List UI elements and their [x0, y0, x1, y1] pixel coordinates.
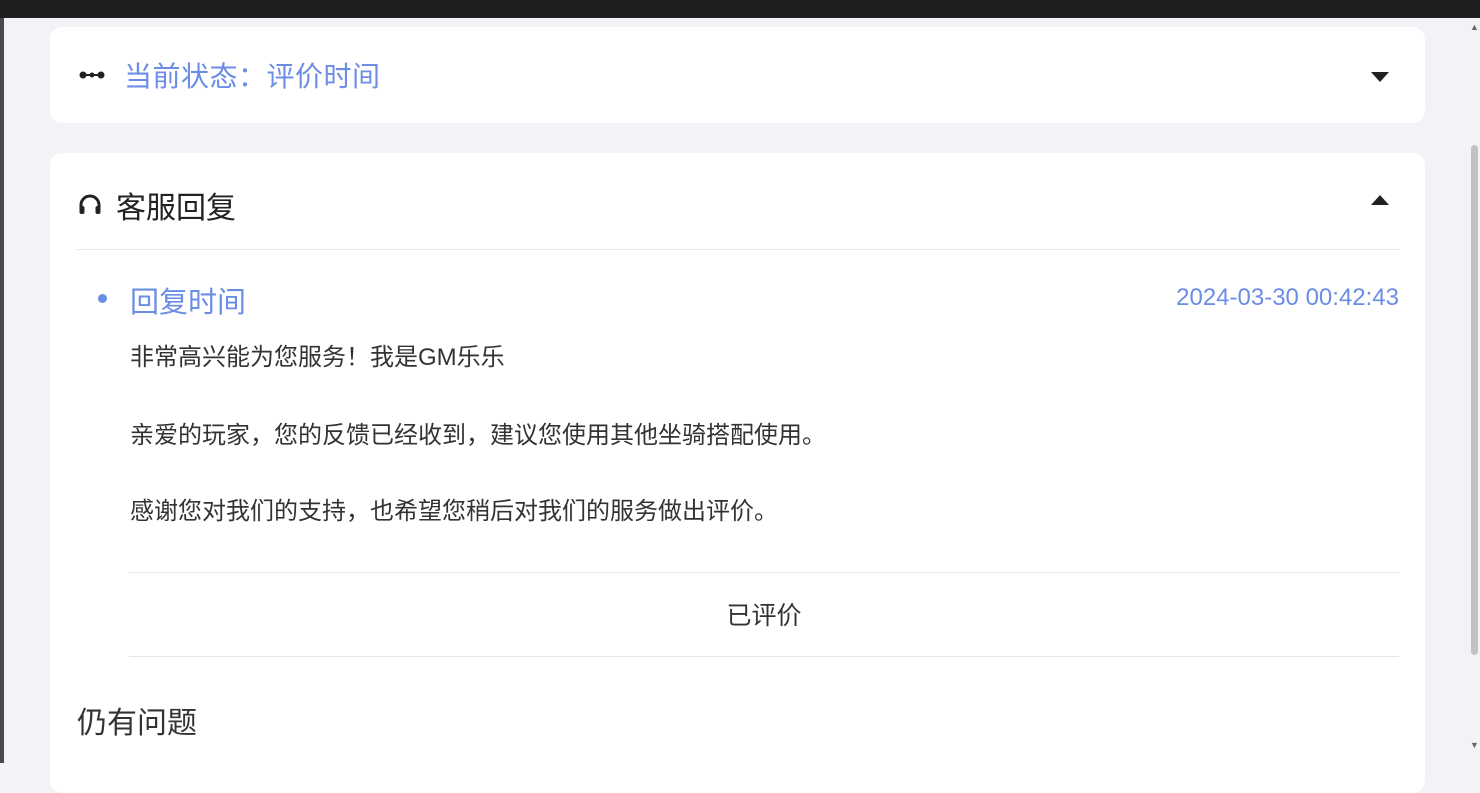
headset-icon: [78, 193, 102, 217]
caret-down-icon[interactable]: [1371, 72, 1389, 82]
rating-top-divider: [129, 572, 1399, 573]
reply-card-header[interactable]: 客服回复: [78, 185, 236, 225]
customer-service-reply-card: 客服回复 回复时间 2024-03-30 00:42:43 非常高兴能为您服务！…: [50, 153, 1425, 793]
window-left-edge: [0, 18, 4, 763]
window-top-bar: [0, 0, 1480, 18]
reply-card-title: 客服回复: [116, 192, 236, 225]
timeline-bullet-icon: [98, 294, 107, 303]
current-status-text: 当前状态：评价时间: [124, 61, 381, 92]
status-dots-icon: [78, 68, 106, 82]
reply-time-label: 回复时间: [130, 287, 247, 319]
reply-message-line: 感谢您对我们的支持，也希望您稍后对我们的服务做出评价。: [130, 498, 778, 525]
scroll-up-arrow-icon[interactable]: ▲: [1470, 22, 1479, 32]
reply-timestamp: 2024-03-30 00:42:43: [1176, 284, 1399, 311]
status-row: 当前状态：评价时间: [78, 57, 1397, 93]
still-have-issue-heading: 仍有问题: [77, 707, 197, 740]
header-divider: [76, 249, 1399, 250]
rated-status-label: 已评价: [726, 602, 802, 630]
reply-message-line: 非常高兴能为您服务！我是GM乐乐: [130, 344, 505, 371]
status-card[interactable]: 当前状态：评价时间: [50, 27, 1425, 123]
scroll-down-arrow-icon[interactable]: ▼: [1470, 740, 1479, 750]
reply-message-line: 亲爱的玩家，您的反馈已经收到，建议您使用其他坐骑搭配使用。: [130, 422, 826, 449]
rating-bottom-divider: [129, 656, 1399, 657]
caret-up-icon[interactable]: [1371, 195, 1389, 205]
scrollbar-thumb[interactable]: [1471, 145, 1478, 655]
